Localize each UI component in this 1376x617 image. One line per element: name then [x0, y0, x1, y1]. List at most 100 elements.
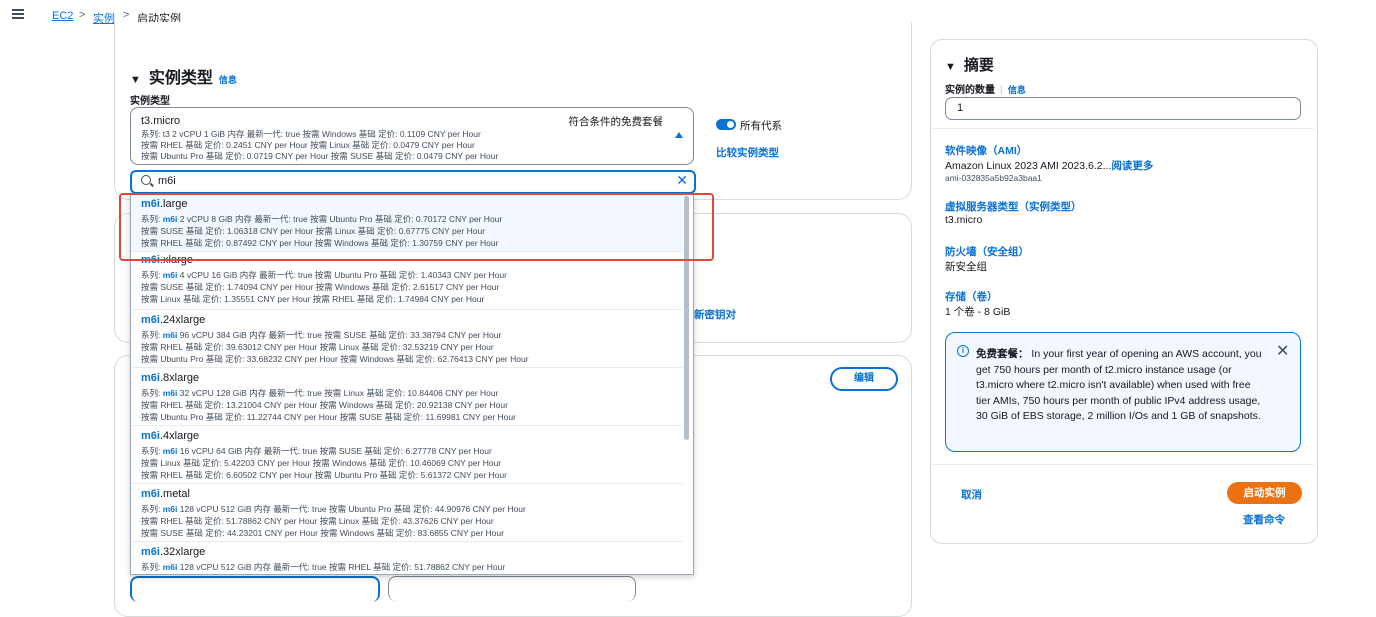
- option-tile[interactable]: [130, 576, 380, 602]
- option-detail: 按需 Linux 基础 定价: 5.42203 CNY per Hour 按需 …: [141, 458, 502, 468]
- caret-up-icon: [675, 132, 683, 138]
- option-detail: 按需 SUSE 基础 定价: 1.74094 CNY per Hour 按需 W…: [141, 282, 500, 292]
- option-suffix: .24xlarge: [159, 314, 206, 326]
- caret-down-icon: ▼: [130, 74, 141, 86]
- info-icon: i: [957, 345, 969, 357]
- launch-instance-button[interactable]: 启动实例: [1227, 482, 1302, 504]
- dropdown-option[interactable]: m6i.32xlarge 系列: m6i 128 vCPU 512 GiB 内存…: [131, 542, 683, 574]
- info-link[interactable]: 信息: [1008, 85, 1026, 95]
- detail-prefix: 系列:: [141, 562, 163, 572]
- info-link[interactable]: 信息: [219, 75, 237, 85]
- summary-heading[interactable]: ▼ 摘要: [945, 54, 994, 75]
- notice-text: 免费套餐： In your first year of opening an A…: [976, 347, 1268, 425]
- count-label-text: 实例的数量: [945, 85, 995, 96]
- match-text: m6i: [141, 430, 160, 442]
- match-text: m6i: [141, 372, 160, 384]
- option-suffix: .metal: [159, 488, 190, 500]
- detail-prefix: 系列:: [141, 504, 163, 514]
- selected-type-name: t3.micro: [141, 115, 181, 127]
- caret-down-icon: ▼: [945, 61, 956, 73]
- breadcrumb-ec2[interactable]: EC2: [52, 10, 73, 22]
- option-detail: 按需 Linux 基础 定价: 1.35551 CNY per Hour 按需 …: [141, 294, 485, 304]
- read-more-link[interactable]: 阅读更多: [1111, 160, 1153, 172]
- section-title: 实例类型: [148, 70, 213, 87]
- option-detail: 按需 RHEL 基础 定价: 6.60502 CNY per Hour 按需 U…: [141, 470, 507, 480]
- free-tier-notice: i 免费套餐： In your first year of opening an…: [945, 332, 1301, 452]
- match-text: m6i: [141, 314, 160, 326]
- free-tier-tag: 符合条件的免费套餐: [568, 116, 664, 128]
- close-icon[interactable]: ✕: [676, 172, 688, 189]
- view-commands-link[interactable]: 查看命令: [1243, 512, 1285, 527]
- match-text: m6i: [162, 270, 178, 280]
- instance-type-link[interactable]: 虚拟服务器类型（实例类型）: [945, 199, 1082, 214]
- dropdown-option[interactable]: m6i.8xlarge 系列: m6i 32 vCPU 128 GiB 内存 最…: [131, 368, 683, 426]
- detail-text: 128 vCPU 512 GiB 内存 最新一代: true 按需 RHEL 基…: [177, 562, 506, 572]
- cancel-button[interactable]: 取消: [961, 487, 982, 502]
- instance-type-value: t3.micro: [945, 214, 983, 226]
- option-detail: 系列: m6i 4 vCPU 16 GiB 内存 最新一代: true 按需 U…: [141, 269, 507, 281]
- edit-button[interactable]: 编辑: [830, 367, 898, 391]
- detail-text: 128 vCPU 512 GiB 内存 最新一代: true 按需 Ubuntu…: [177, 504, 526, 514]
- storage-value: 1 个卷 - 8 GiB: [945, 306, 1011, 318]
- ami-id: ami-032835a5b92a3baa1: [945, 173, 1042, 183]
- create-key-pair-link[interactable]: 新密钥对: [694, 307, 736, 322]
- instance-type-heading[interactable]: ▼ 实例类型 信息: [130, 64, 237, 88]
- option-detail: 系列: m6i 96 vCPU 384 GiB 内存 最新一代: true 按需…: [141, 329, 501, 341]
- count-value: 1: [957, 102, 964, 114]
- breadcrumb-instances[interactable]: 实例: [93, 10, 115, 26]
- match-text: m6i: [162, 330, 178, 340]
- option-tile[interactable]: [388, 576, 636, 601]
- all-generations-toggle[interactable]: [716, 119, 736, 130]
- option-name: m6i.32xlarge: [141, 546, 205, 558]
- storage-link[interactable]: 存储（卷）: [945, 289, 998, 304]
- dropdown-option[interactable]: m6i.metal 系列: m6i 128 vCPU 512 GiB 内存 最新…: [131, 484, 683, 542]
- highlight-box: [119, 193, 714, 261]
- divider: [932, 128, 1314, 129]
- compare-instance-types-link[interactable]: 比较实例类型: [716, 145, 779, 160]
- option-detail: 按需 RHEL 基础 定价: 51.78862 CNY per Hour 按需 …: [141, 516, 494, 526]
- detail-text: 96 vCPU 384 GiB 内存 最新一代: true 按需 SUSE 基础…: [177, 330, 502, 340]
- dropdown-option[interactable]: m6i.4xlarge 系列: m6i 16 vCPU 64 GiB 内存 最新…: [131, 426, 683, 484]
- close-icon[interactable]: ✕: [1276, 341, 1289, 361]
- instance-type-select[interactable]: t3.micro 符合条件的免费套餐 系列: t3 2 vCPU 1 GiB 内…: [130, 107, 694, 165]
- option-suffix: .8xlarge: [159, 372, 200, 384]
- detail-prefix: 系列:: [141, 388, 163, 398]
- option-detail: 系列: m6i 128 vCPU 512 GiB 内存 最新一代: true 按…: [141, 561, 505, 573]
- option-name: m6i.8xlarge: [141, 372, 199, 384]
- detail-prefix: 系列:: [141, 446, 163, 456]
- divider: [932, 464, 1314, 465]
- match-text: m6i: [141, 546, 160, 558]
- search-icon: [141, 175, 151, 185]
- ami-value: Amazon Linux 2023 AMI 2023.6.2...阅读更多: [945, 158, 1153, 173]
- all-generations-label: 所有代系: [740, 120, 782, 132]
- match-text: m6i: [162, 504, 178, 514]
- dropdown-option[interactable]: m6i.24xlarge 系列: m6i 96 vCPU 384 GiB 内存 …: [131, 310, 683, 368]
- option-name: m6i.metal: [141, 488, 190, 500]
- instance-count-input[interactable]: 1: [945, 97, 1301, 120]
- detail-text: 16 vCPU 64 GiB 内存 最新一代: true 按需 SUSE 基础 …: [177, 446, 492, 456]
- detail-prefix: 系列:: [141, 330, 163, 340]
- ami-link[interactable]: 软件映像（AMI）: [945, 143, 1027, 158]
- option-detail: 系列: m6i 32 vCPU 128 GiB 内存 最新一代: true 按需…: [141, 387, 498, 399]
- notice-title: 免费套餐：: [976, 348, 1029, 360]
- ami-name: Amazon Linux 2023 AMI 2023.6.2...: [945, 160, 1112, 172]
- chevron-right-icon: >: [123, 9, 130, 21]
- option-detail: 按需 Ubuntu Pro 基础 定价: 11.22744 CNY per Ho…: [141, 412, 516, 422]
- summary-title: 摘要: [963, 57, 994, 74]
- search-input[interactable]: [158, 173, 658, 189]
- instance-type-search[interactable]: ✕: [130, 170, 696, 194]
- selected-type-detail: 按需 Ubuntu Pro 基础 定价: 0.0719 CNY per Hour…: [141, 151, 499, 161]
- option-detail: 按需 Ubuntu Pro 基础 定价: 33.68232 CNY per Ho…: [141, 354, 529, 364]
- match-text: m6i: [162, 446, 178, 456]
- detail-text: 4 vCPU 16 GiB 内存 最新一代: true 按需 Ubuntu Pr…: [177, 270, 507, 280]
- instance-count-label: 实例的数量 | 信息: [945, 81, 1026, 96]
- option-name: m6i.4xlarge: [141, 430, 199, 442]
- security-group-value: 新安全组: [945, 261, 987, 273]
- match-text: m6i: [162, 562, 178, 572]
- option-name: m6i.24xlarge: [141, 314, 205, 326]
- instance-type-label: 实例类型: [130, 96, 170, 107]
- match-text: m6i: [141, 488, 160, 500]
- menu-icon[interactable]: [12, 9, 24, 19]
- label-divider: |: [1000, 85, 1003, 96]
- security-group-link[interactable]: 防火墙（安全组）: [945, 244, 1029, 259]
